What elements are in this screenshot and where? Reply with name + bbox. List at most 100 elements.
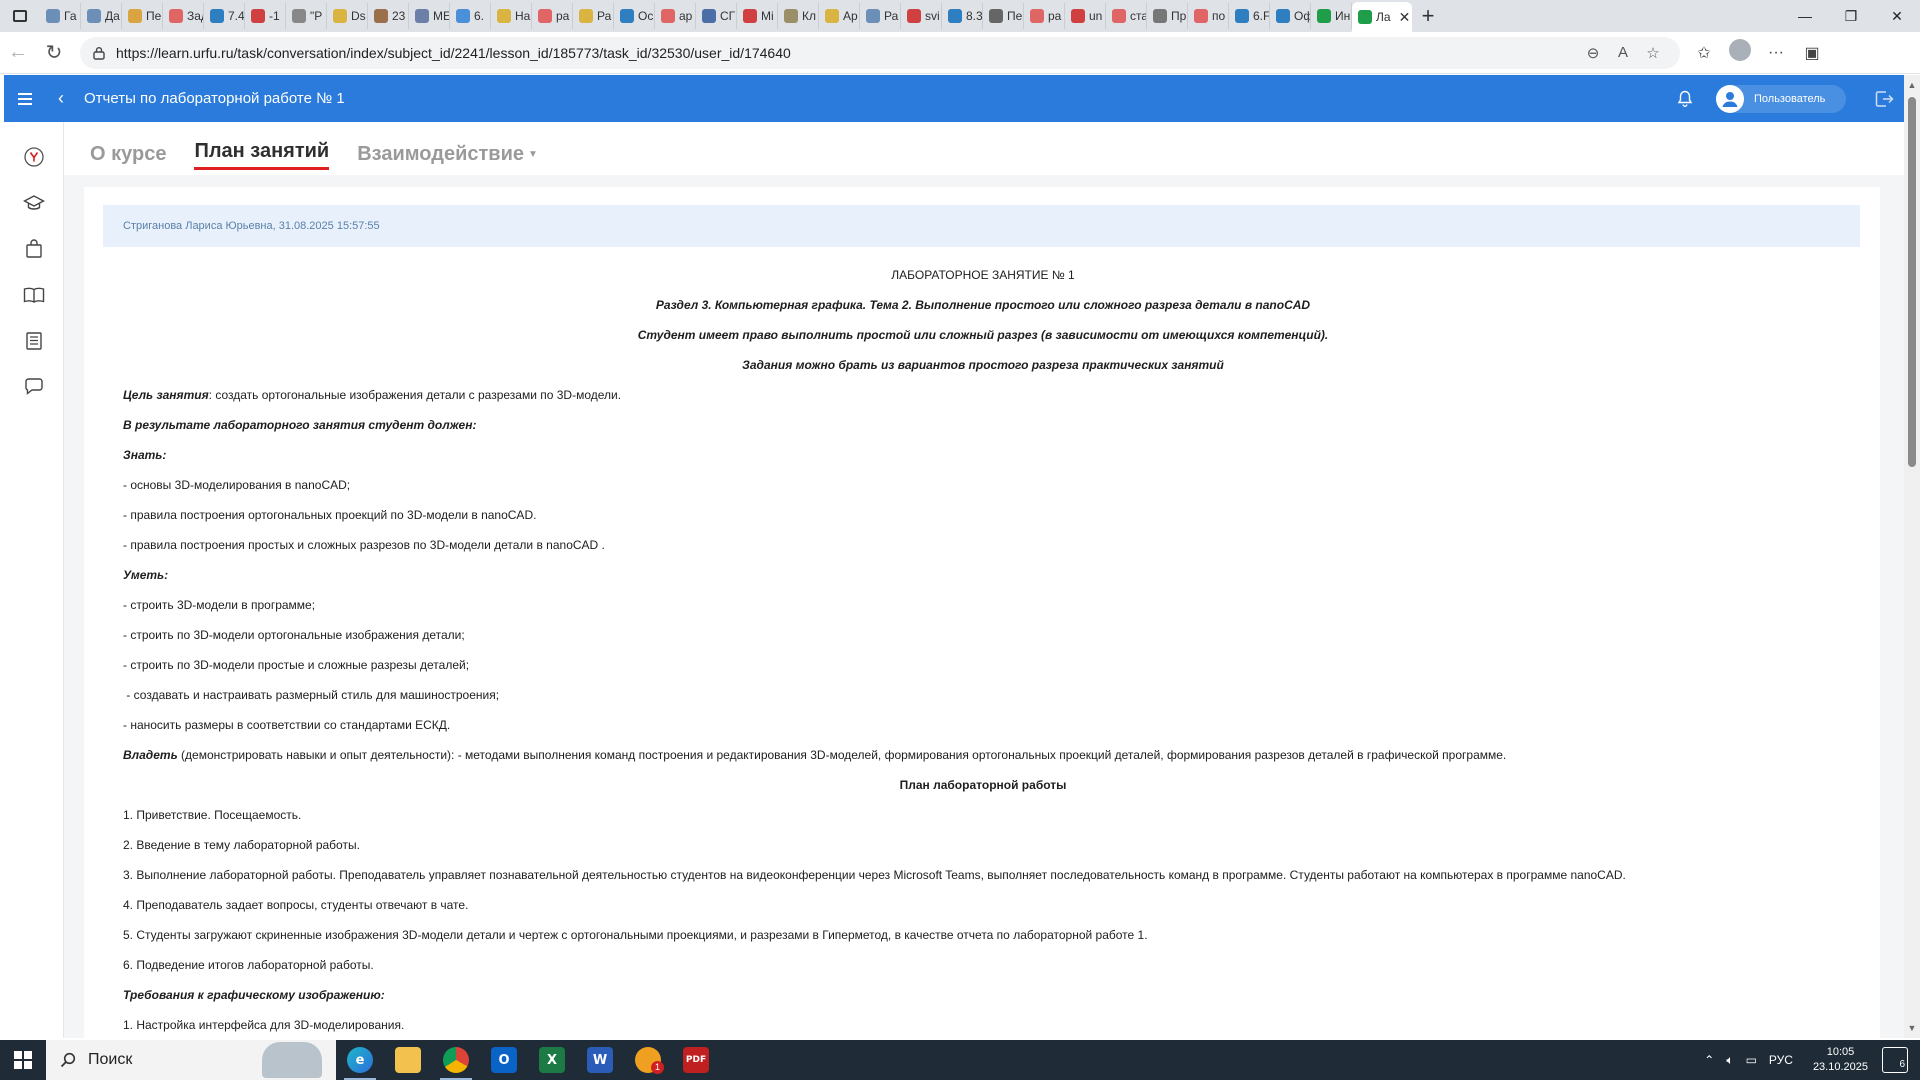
browser-tab[interactable]: un bbox=[1065, 3, 1106, 29]
can-item: - строить по 3D-модели ортогональные изо… bbox=[123, 628, 465, 642]
browser-tab[interactable]: ар bbox=[655, 3, 696, 29]
browser-tab[interactable]: ра bbox=[1024, 3, 1065, 29]
tab-favicon-icon bbox=[1194, 9, 1208, 23]
tab-label: Пе bbox=[146, 9, 162, 23]
browser-tab[interactable]: Кл bbox=[778, 3, 819, 29]
taskbar-pdf[interactable]: PDF bbox=[672, 1040, 720, 1080]
tab-label: ра bbox=[556, 9, 570, 23]
browser-tab[interactable]: Пе bbox=[983, 3, 1024, 29]
menu-icon[interactable] bbox=[4, 75, 46, 122]
tab-interaction[interactable]: Взаимодействие ▼ bbox=[357, 143, 538, 170]
tab-actions-button[interactable] bbox=[0, 0, 40, 32]
word-icon: W bbox=[587, 1047, 613, 1073]
favorites-icon[interactable]: ✩ bbox=[1686, 43, 1722, 63]
taskbar-edge[interactable]: e bbox=[336, 1040, 384, 1080]
graduation-cap-icon[interactable] bbox=[21, 190, 47, 216]
page-scrollbar[interactable]: ▲ ▼ bbox=[1904, 75, 1920, 1038]
browser-tab[interactable]: Ра bbox=[573, 3, 614, 29]
back-arrow-icon[interactable]: ‹ bbox=[46, 88, 76, 109]
zoom-icon[interactable]: ⊖ bbox=[1578, 44, 1608, 62]
browser-tab[interactable]: ста bbox=[1106, 3, 1147, 29]
clock[interactable]: 10:05 23.10.2025 bbox=[1813, 1045, 1868, 1075]
profile-button[interactable] bbox=[1722, 39, 1758, 66]
tab-label: Ра bbox=[597, 9, 612, 23]
taskbar-explorer[interactable] bbox=[384, 1040, 432, 1080]
browser-tab[interactable]: Пр bbox=[1147, 3, 1188, 29]
close-window-icon[interactable]: ✕ bbox=[1874, 0, 1920, 32]
browser-tab[interactable]: Ин bbox=[1311, 3, 1352, 29]
browser-tab[interactable]: Га bbox=[40, 3, 81, 29]
tab-close-icon[interactable]: ✕ bbox=[1399, 9, 1411, 26]
notifications-bell-icon[interactable] bbox=[1670, 84, 1700, 114]
browser-tab[interactable]: Ds bbox=[327, 3, 368, 29]
browser-tab[interactable]: Ла ✕ bbox=[1352, 2, 1412, 32]
reload-icon[interactable]: ↻ bbox=[36, 35, 72, 71]
taskbar-app-badge[interactable]: 1 bbox=[624, 1040, 672, 1080]
scrollbar-thumb[interactable] bbox=[1908, 97, 1916, 467]
notification-center-icon[interactable]: 6 bbox=[1882, 1047, 1908, 1073]
browser-tab[interactable]: по bbox=[1188, 3, 1229, 29]
browser-tab[interactable]: На bbox=[491, 3, 532, 29]
language-indicator[interactable]: РУС bbox=[1769, 1053, 1793, 1067]
user-menu-button[interactable]: Пользователь bbox=[1716, 84, 1846, 113]
bag-icon[interactable] bbox=[21, 236, 47, 262]
taskbar-outlook[interactable]: O bbox=[480, 1040, 528, 1080]
network-icon[interactable]: ▭ bbox=[1746, 1053, 1757, 1067]
browser-tab[interactable]: "Р bbox=[286, 3, 327, 29]
urfu-logo-icon[interactable] bbox=[21, 144, 47, 170]
tab-label: Ар bbox=[843, 9, 858, 23]
url-field[interactable]: https://learn.urfu.ru/task/conversation/… bbox=[80, 36, 1680, 69]
tab-favicon-icon bbox=[989, 9, 1003, 23]
know-item: - основы 3D-моделирования в nanoCAD; bbox=[123, 478, 351, 492]
scroll-down-icon[interactable]: ▼ bbox=[1904, 1020, 1920, 1036]
know-item: - правила построения простых и сложных р… bbox=[123, 538, 605, 552]
clock-time: 10:05 bbox=[1826, 1046, 1855, 1058]
volume-icon[interactable]: 🔈︎ bbox=[1726, 1053, 1733, 1068]
new-tab-button[interactable]: + bbox=[1412, 1, 1444, 31]
more-menu-icon[interactable]: ··· bbox=[1758, 44, 1794, 62]
browser-tab[interactable]: МЕ bbox=[409, 3, 450, 29]
tab-favicon-icon bbox=[210, 9, 224, 23]
browser-tab[interactable]: Оф bbox=[1270, 3, 1311, 29]
browser-tab[interactable]: 8.3 bbox=[942, 3, 983, 29]
notification-count: 6 bbox=[1899, 1059, 1905, 1070]
browser-tab[interactable]: Пе bbox=[122, 3, 163, 29]
browser-tab[interactable]: Ос bbox=[614, 3, 655, 29]
journal-icon[interactable] bbox=[21, 328, 47, 354]
own-line: Владеть (демонстрировать навыки и опыт д… bbox=[123, 740, 1843, 770]
tab-favicon-icon bbox=[1317, 9, 1331, 23]
browser-tab[interactable]: ра bbox=[532, 3, 573, 29]
browser-tab[interactable]: Зад bbox=[163, 3, 204, 29]
sidebar-toggle-icon[interactable]: ▣ bbox=[1794, 43, 1830, 63]
browser-tab[interactable]: Mi bbox=[737, 3, 778, 29]
logout-icon[interactable] bbox=[1864, 75, 1904, 122]
minimize-icon[interactable]: — bbox=[1782, 0, 1828, 32]
browser-tab[interactable]: 7.4 bbox=[204, 3, 245, 29]
chat-icon[interactable] bbox=[21, 374, 47, 400]
tab-label: На bbox=[515, 9, 531, 23]
taskbar-chrome[interactable] bbox=[432, 1040, 480, 1080]
browser-tab[interactable]: svi bbox=[901, 3, 942, 29]
browser-tab[interactable]: 6. bbox=[450, 3, 491, 29]
taskbar-search[interactable]: Поиск bbox=[46, 1040, 336, 1080]
browser-tab[interactable]: 6.F bbox=[1229, 3, 1270, 29]
browser-tab-strip: Га Да Пе Зад 7.4 -1 "Р Ds 23 МЕ 6. На ра Ра Ос ар СГ Mi Кл… bbox=[0, 0, 1920, 32]
chevron-up-icon[interactable]: ⌃ bbox=[1704, 1053, 1714, 1067]
scroll-up-icon[interactable]: ▲ bbox=[1904, 77, 1920, 93]
book-icon[interactable] bbox=[21, 282, 47, 308]
favorite-star-icon[interactable]: ☆ bbox=[1638, 44, 1668, 62]
browser-tab[interactable]: СГ bbox=[696, 3, 737, 29]
browser-tab[interactable]: Да bbox=[81, 3, 122, 29]
windows-start-icon[interactable] bbox=[0, 1040, 46, 1080]
tab-about-course[interactable]: О курсе bbox=[90, 143, 166, 170]
tab-lesson-plan[interactable]: План занятий bbox=[194, 140, 330, 170]
read-aloud-icon[interactable]: A bbox=[1608, 44, 1638, 61]
taskbar-excel[interactable]: X bbox=[528, 1040, 576, 1080]
restore-icon[interactable]: ❐ bbox=[1828, 0, 1874, 32]
taskbar-word[interactable]: W bbox=[576, 1040, 624, 1080]
browser-tab[interactable]: -1 bbox=[245, 3, 286, 29]
browser-tab[interactable]: 23 bbox=[368, 3, 409, 29]
back-icon[interactable]: ← bbox=[0, 35, 36, 71]
browser-tab[interactable]: Ар bbox=[819, 3, 860, 29]
browser-tab[interactable]: Ра bbox=[860, 3, 901, 29]
